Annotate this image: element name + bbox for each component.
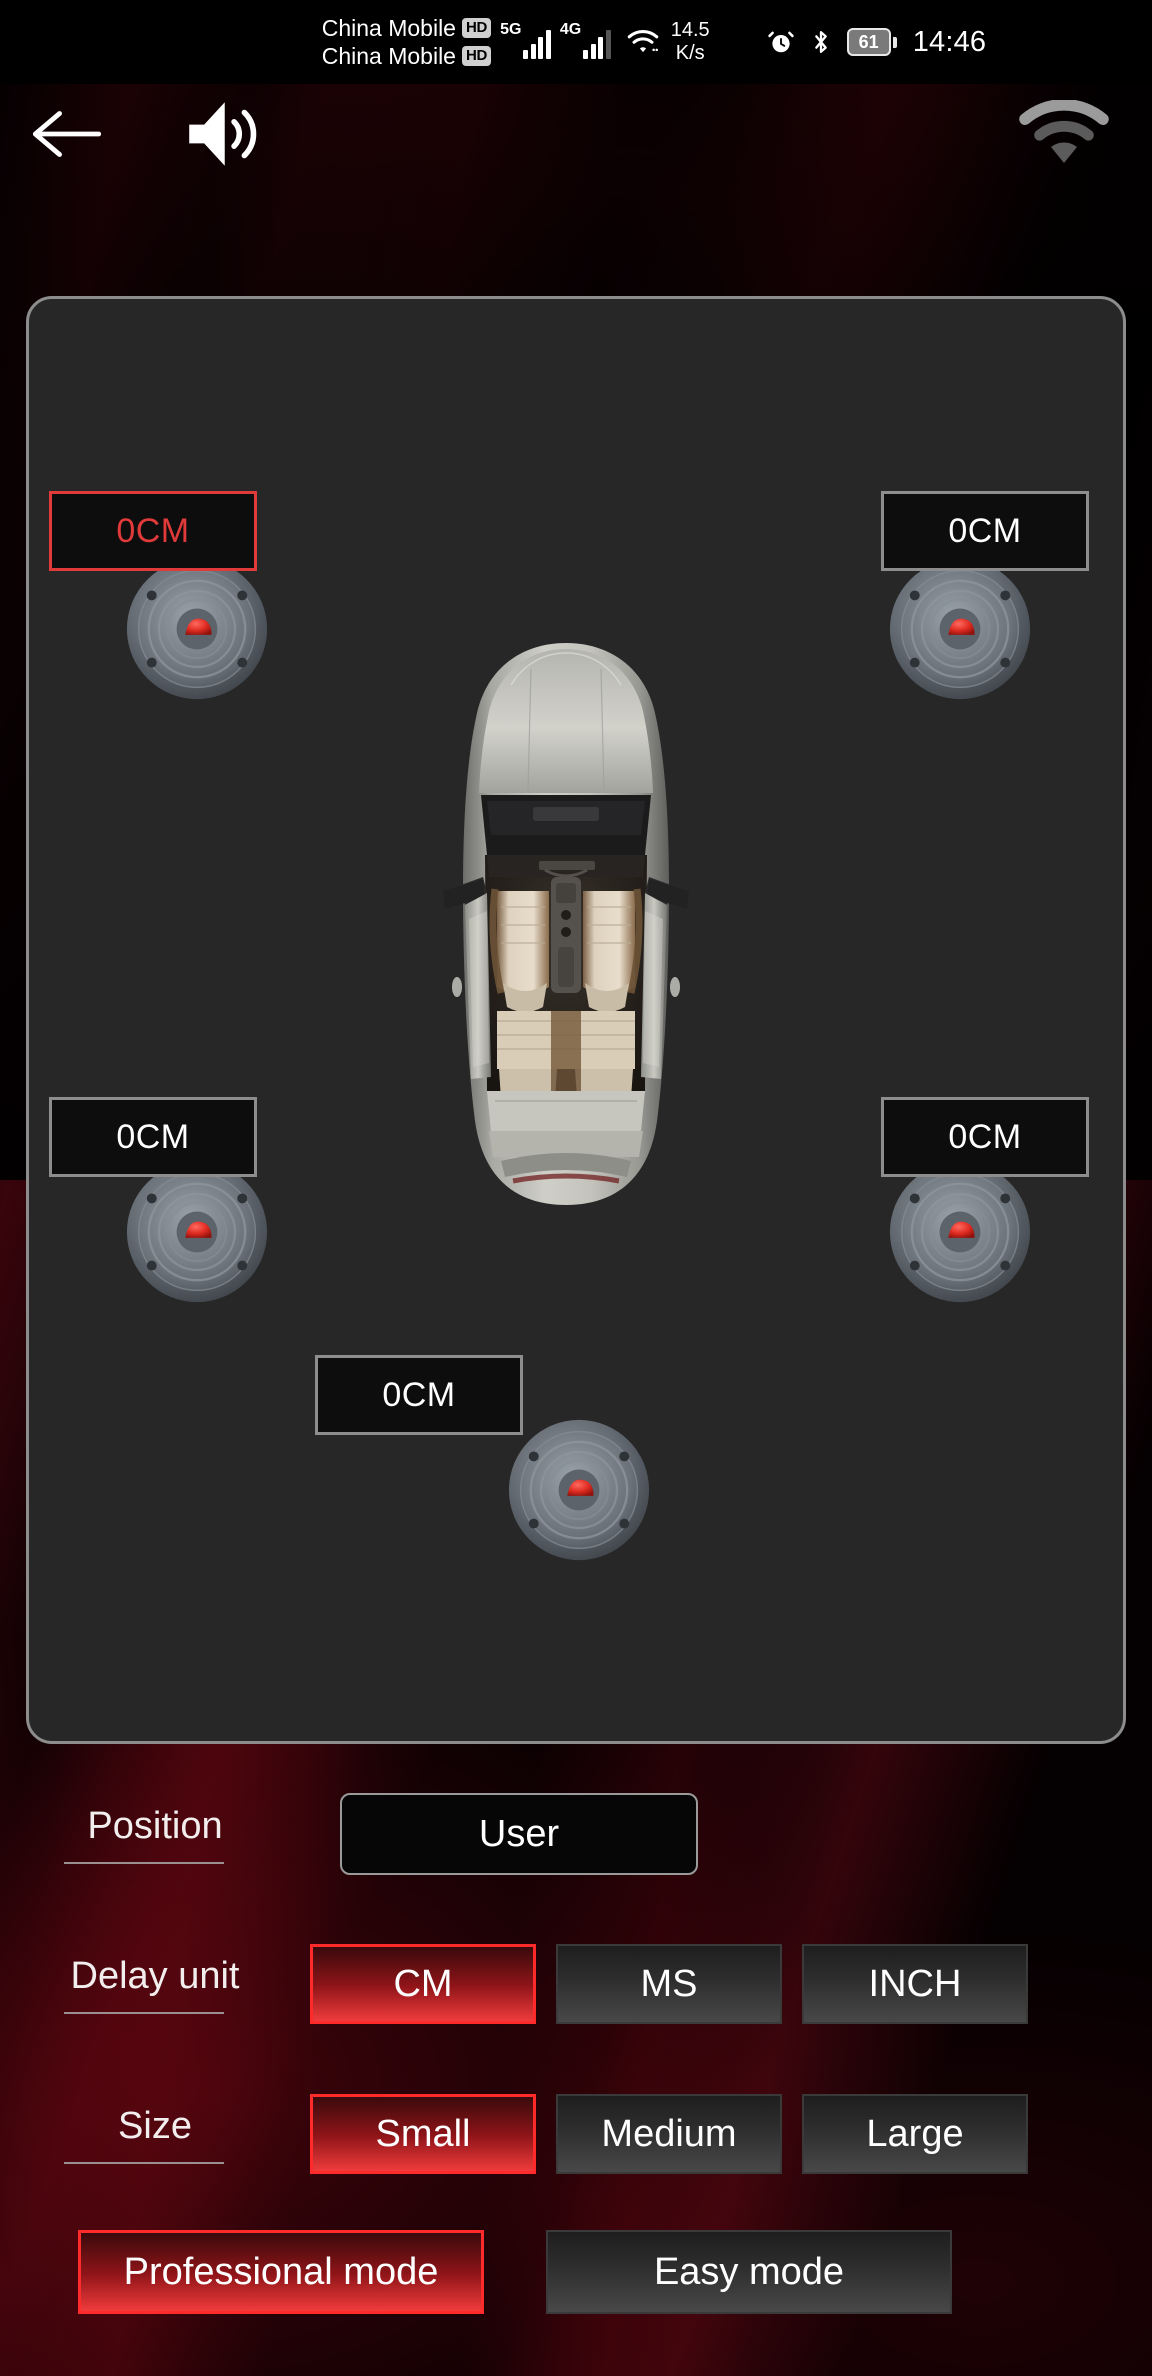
speaker-icon[interactable] <box>887 556 1033 702</box>
signal-5g: 5G <box>500 17 551 67</box>
position-label: Position <box>0 1805 310 1864</box>
nav-bar <box>0 84 1152 184</box>
speaker-layout-panel: 0CM 0CM 0CM 0CM 0CM <box>26 296 1126 1744</box>
back-arrow-icon[interactable] <box>26 98 108 170</box>
size-label: Size <box>0 2105 310 2164</box>
size-option-small[interactable]: Small <box>310 2094 536 2174</box>
size-option-large[interactable]: Large <box>802 2094 1028 2174</box>
carrier-row: China Mobile HD <box>321 14 492 42</box>
size-options: Small Medium Large <box>310 2094 1028 2174</box>
wifi-icon[interactable] <box>1014 100 1114 172</box>
battery-icon: 61 <box>846 28 897 56</box>
mode-row: Professional mode Easy mode <box>0 2230 1152 2314</box>
network-speed: 14.5 K/s <box>671 19 710 65</box>
alarm-clock-icon <box>767 31 794 53</box>
professional-mode-button[interactable]: Professional mode <box>78 2230 484 2314</box>
delay-unit-option-cm[interactable]: CM <box>310 1944 536 2024</box>
status-bar: China Mobile HD China Mobile HD 5G 4G 14… <box>0 0 1152 84</box>
hd-badge: HD <box>461 18 492 38</box>
speaker-icon[interactable] <box>124 1159 270 1305</box>
network-speed-unit: K/s <box>675 42 705 64</box>
carrier-name: China Mobile <box>321 14 456 41</box>
carrier-name: China Mobile <box>321 42 456 69</box>
position-row: Position User <box>0 1780 1152 1888</box>
signal-bars-icon <box>583 25 611 59</box>
delay-value-subwoofer[interactable]: 0CM <box>315 1355 523 1435</box>
speaker-icon[interactable] <box>124 556 270 702</box>
status-bar-clock: 14:46 <box>912 25 987 58</box>
delay-value-rear-right[interactable]: 0CM <box>881 1097 1089 1177</box>
delay-unit-label: Delay unit <box>0 1955 310 2014</box>
delay-unit-row: Delay unit CM MS INCH <box>0 1930 1152 2038</box>
speaker-icon[interactable] <box>887 1159 1033 1305</box>
size-option-medium[interactable]: Medium <box>556 2094 782 2174</box>
controls-section: Position User Delay unit CM MS INCH Size… <box>0 1760 1152 2376</box>
app-root: China Mobile HD China Mobile HD 5G 4G 14… <box>0 0 1152 2376</box>
position-user-button[interactable]: User <box>340 1793 698 1875</box>
delay-unit-option-inch[interactable]: INCH <box>802 1944 1028 2024</box>
size-row: Size Small Medium Large <box>0 2080 1152 2188</box>
signal-4g: 4G <box>560 17 611 67</box>
network-type-label: 4G <box>559 21 582 38</box>
battery-level: 61 <box>846 28 891 56</box>
car-top-view-icon <box>425 639 707 1209</box>
hd-badge: HD <box>461 46 492 66</box>
status-bar-right: 61 14:46 <box>767 26 987 59</box>
carrier-row: China Mobile HD <box>321 42 492 70</box>
delay-value-front-right[interactable]: 0CM <box>881 491 1089 571</box>
easy-mode-button[interactable]: Easy mode <box>546 2230 952 2314</box>
signal-bars-icon <box>523 25 551 59</box>
delay-unit-options: CM MS INCH <box>310 1944 1028 2024</box>
volume-speaker-icon[interactable] <box>178 92 264 176</box>
bluetooth-icon <box>814 31 827 53</box>
carrier-labels: China Mobile HD China Mobile HD <box>321 14 492 70</box>
delay-value-rear-left[interactable]: 0CM <box>49 1097 257 1177</box>
network-type-label: 5G <box>500 21 522 38</box>
delay-unit-option-ms[interactable]: MS <box>556 1944 782 2024</box>
network-speed-value: 14.5 <box>670 19 710 41</box>
delay-value-front-left[interactable]: 0CM <box>49 491 257 571</box>
battery-tip <box>892 36 897 48</box>
wifi-icon <box>627 29 659 53</box>
speaker-icon[interactable] <box>506 1417 652 1563</box>
